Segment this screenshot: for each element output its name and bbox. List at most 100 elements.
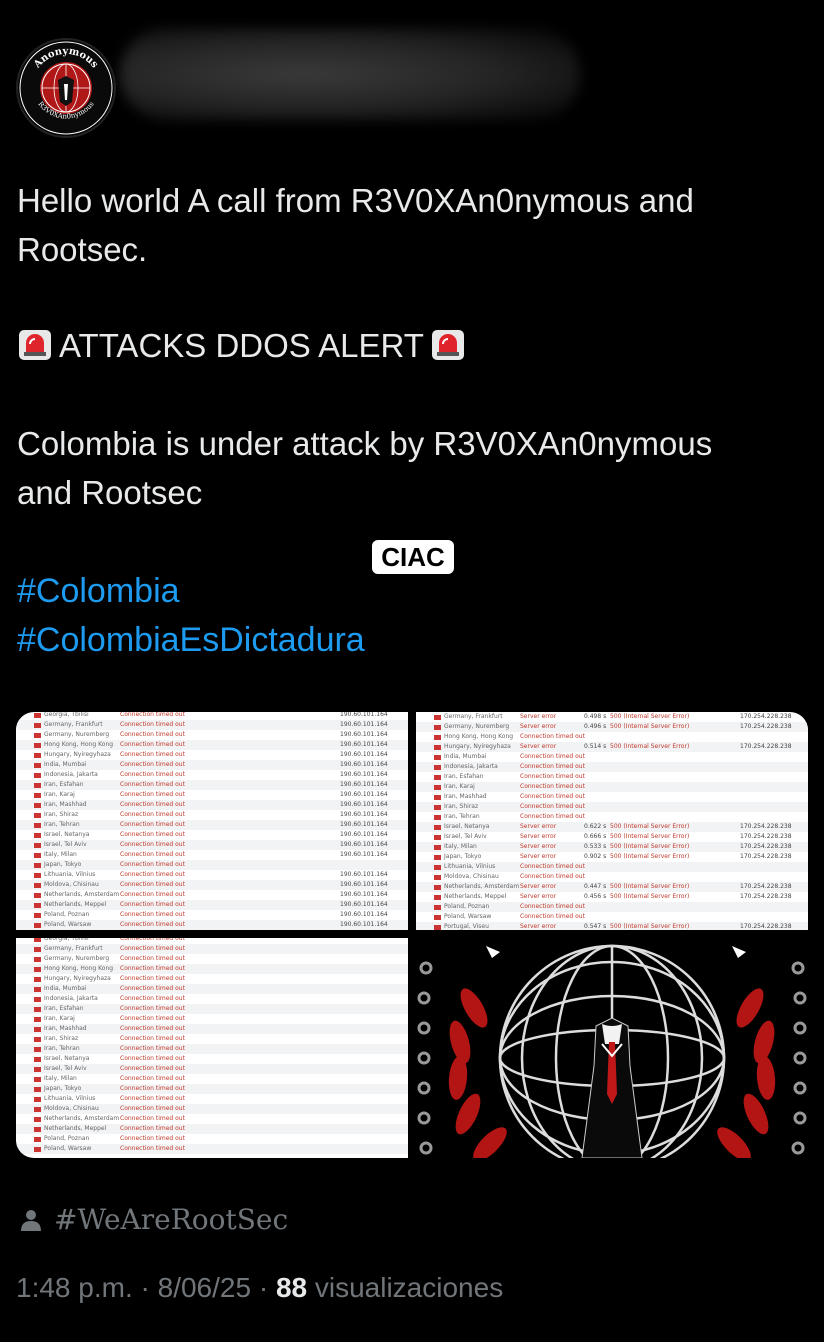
status-cell: Connection timed out [120, 1025, 185, 1032]
separator: · [132, 1272, 158, 1303]
status-cell: Connection timed out [120, 891, 185, 898]
post-date[interactable]: 8/06/25 [158, 1272, 251, 1303]
error-cell: 500 (Internal Server Error) [610, 853, 690, 860]
flag-icon [34, 1147, 41, 1152]
status-cell: Connection timed out [520, 733, 585, 740]
table-row: Moldova, Chisinau Connection timed out [16, 1104, 408, 1114]
siren-icon [431, 330, 464, 360]
media-image-1[interactable]: Georgia, Tbilisi Connection timed out 190.… [16, 712, 408, 930]
flag-icon [434, 825, 441, 830]
flag-icon [434, 875, 441, 880]
status-cell: Connection timed out [520, 793, 585, 800]
flag-icon [34, 763, 41, 768]
location-cell: Germany, Nuremberg [44, 731, 110, 738]
hashtag-colombia-es-dictadura[interactable]: #ColombiaEsDictadura [17, 616, 365, 664]
flag-icon [34, 1007, 41, 1012]
status-cell: Connection timed out [120, 1055, 185, 1062]
ip-cell: 190.60.101.164 [340, 781, 388, 788]
hashtag-colombia[interactable]: #Colombia [17, 567, 180, 615]
status-cell: Server error [520, 853, 557, 860]
media-image-3[interactable]: Georgia, Tbilisi Connection timed out Germ… [16, 938, 408, 1158]
ip-cell: 190.60.101.164 [340, 871, 388, 878]
flag-icon [34, 1027, 41, 1032]
media-image-4[interactable] [416, 938, 808, 1158]
post-meta: 1:48 p.m. · 8/06/25 · 88 visualizaciones [16, 1268, 503, 1308]
ip-cell: 170.254.228.238 [740, 743, 792, 750]
flag-icon [434, 845, 441, 850]
status-cell: Server error [520, 833, 557, 840]
footer-hashtag: #WeAreRootSec [20, 1200, 288, 1240]
views-label: visualizaciones [307, 1272, 504, 1303]
status-cell: Connection timed out [120, 1035, 185, 1042]
table-row: Germany, Nuremberg Server error 0.496 s 500… [416, 722, 808, 732]
ip-cell: 190.60.101.164 [340, 741, 388, 748]
status-cell: Connection timed out [120, 1065, 185, 1072]
location-cell: Lithuania, Vilnius [44, 1095, 96, 1102]
flag-icon [434, 885, 441, 890]
table-row: Italy, Milan Connection timed out 190.60.1… [16, 850, 408, 860]
ip-cell: 170.254.228.238 [740, 833, 792, 840]
status-cell: Connection timed out [120, 1145, 185, 1152]
post-text-line-1: Hello world A call from R3V0XAn0nymous a… [17, 182, 694, 219]
status-cell: Connection timed out [520, 873, 585, 880]
table-row: Poland, Warsaw Connection timed out [16, 1144, 408, 1154]
status-cell: Connection timed out [120, 751, 185, 758]
table-row: Netherlands, Meppel Connection timed out [16, 1124, 408, 1134]
table-row: Israel, Tel Aviv Server error 0.666 s 500 (… [416, 832, 808, 842]
table-row: Hong Kong, Hong Kong Connection timed out… [16, 740, 408, 750]
table-row: Iran, Tehran Connection timed out [416, 812, 808, 822]
ip-cell: 190.60.101.164 [340, 911, 388, 918]
ip-cell: 190.60.101.164 [340, 881, 388, 888]
location-cell: Portugal, Viseu [444, 923, 489, 930]
location-cell: Japan, Tokyo [44, 1085, 82, 1092]
table-row: Portugal, Viseu Server error 0.547 s 500 (I… [416, 922, 808, 930]
table-row: Poland, Poznan Connection timed out [416, 902, 808, 912]
table-row: Iran, Karaj Connection timed out [16, 1014, 408, 1024]
flag-icon [434, 835, 441, 840]
ip-cell: 190.60.101.164 [340, 771, 388, 778]
flag-icon [434, 805, 441, 810]
flag-icon [34, 1067, 41, 1072]
status-cell: Server error [520, 823, 557, 830]
location-cell: Netherlands, Meppel [44, 901, 107, 908]
flag-icon [434, 815, 441, 820]
time-cell: 0.447 s [584, 883, 607, 890]
ip-cell: 190.60.101.164 [340, 791, 388, 798]
location-cell: Moldova, Chisinau [44, 881, 99, 888]
table-row: Japan, Tokyo Connection timed out [16, 860, 408, 870]
table-row: Italy, Milan Connection timed out [16, 1074, 408, 1084]
table-row: Germany, Nuremberg Connection timed out [16, 954, 408, 964]
ip-cell: 190.60.101.164 [340, 901, 388, 908]
table-row: Iran, Tehran Connection timed out 190.60.1… [16, 820, 408, 830]
table-row: Netherlands, Amsterdam Connection timed o… [16, 1114, 408, 1124]
post-body-line-1: Colombia is under attack by R3V0XAn0nymo… [17, 425, 713, 462]
status-cell: Server error [520, 723, 557, 730]
status-cell: Connection timed out [120, 955, 185, 962]
status-cell: Server error [520, 923, 557, 930]
flag-icon [34, 863, 41, 868]
location-cell: Netherlands, Amsterdam [44, 1115, 120, 1122]
table-row: Poland, Warsaw Connection timed out 190.60… [16, 920, 408, 930]
location-cell: Italy, Milan [44, 1075, 77, 1082]
location-cell: Poland, Warsaw [44, 1145, 92, 1152]
flag-icon [434, 765, 441, 770]
location-cell: Netherlands, Amsterdam [444, 883, 520, 890]
table-row: India, Mumbai Connection timed out [16, 984, 408, 994]
location-cell: Iran, Karaj [444, 783, 475, 790]
ip-cell: 190.60.101.164 [340, 851, 388, 858]
table-row: Lithuania, Vilnius Connection timed out [416, 862, 808, 872]
time-cell: 0.496 s [584, 723, 607, 730]
anonymous-emblem [416, 938, 808, 1158]
error-cell: 500 (Internal Server Error) [610, 823, 690, 830]
location-cell: Israel, Tel Aviv [444, 833, 487, 840]
ip-cell: 190.60.101.164 [340, 731, 388, 738]
ip-cell: 190.60.101.164 [340, 831, 388, 838]
table-row: Iran, Mashhad Connection timed out [16, 1024, 408, 1034]
post-time[interactable]: 1:48 p.m. [16, 1272, 133, 1303]
ip-cell: 170.254.228.238 [740, 713, 792, 720]
ciac-badge: CIAC [372, 540, 454, 574]
table-row: Netherlands, Meppel Connection timed out 1… [16, 900, 408, 910]
media-image-2[interactable]: Germany, Frankfurt Server error 0.498 s 500… [416, 712, 808, 930]
avatar[interactable]: Anonymous R3V0XAn0nymous [16, 38, 116, 138]
anonymous-logo: Anonymous R3V0XAn0nymous [19, 41, 113, 135]
